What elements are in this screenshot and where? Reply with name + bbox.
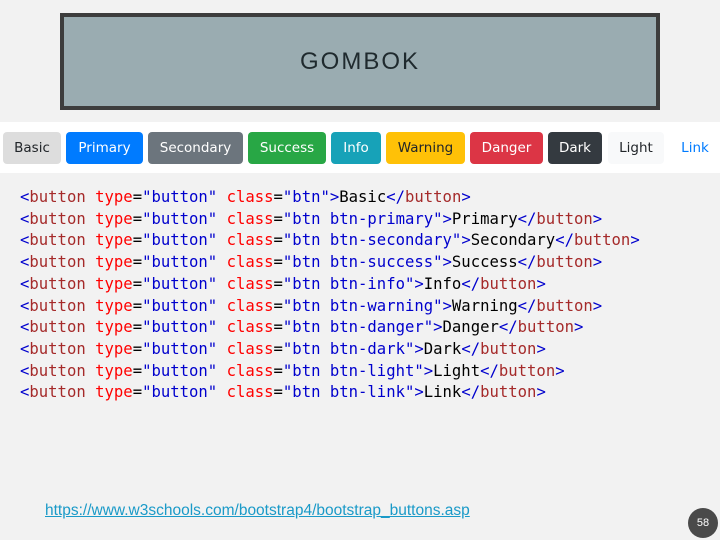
code-line: <button type="button" class="btn btn-pri… — [20, 209, 603, 228]
dark-button[interactable]: Dark — [548, 132, 602, 164]
code-snippet: <button type="button" class="btn">Basic<… — [20, 187, 640, 404]
info-button[interactable]: Info — [331, 132, 381, 164]
code-line: <button type="button" class="btn btn-suc… — [20, 253, 603, 272]
code-line: <button type="button" class="btn btn-sec… — [20, 231, 640, 250]
page-number-badge: 58 — [688, 508, 718, 538]
basic-button[interactable]: Basic — [3, 132, 61, 164]
code-line: <button type="button" class="btn btn-dan… — [20, 318, 584, 337]
code-line: <button type="button" class="btn btn-lin… — [20, 383, 546, 402]
warning-button[interactable]: Warning — [386, 132, 465, 164]
code-line: <button type="button" class="btn btn-lig… — [20, 361, 565, 380]
button-demo-strip: Basic Primary Secondary Success Info War… — [0, 122, 720, 173]
code-line: <button type="button" class="btn btn-inf… — [20, 274, 546, 293]
source-link[interactable]: https://www.w3schools.com/bootstrap4/boo… — [45, 502, 470, 520]
slide-title: GOMBOK — [299, 47, 420, 75]
primary-button[interactable]: Primary — [66, 132, 143, 164]
code-line: <button type="button" class="btn">Basic<… — [20, 188, 471, 206]
slide-title-box: GOMBOK — [60, 13, 660, 110]
secondary-button[interactable]: Secondary — [148, 132, 243, 164]
danger-button[interactable]: Danger — [470, 132, 543, 164]
code-line: <button type="button" class="btn btn-war… — [20, 296, 603, 315]
page-number: 58 — [696, 517, 710, 529]
code-line: <button type="button" class="btn btn-dar… — [20, 339, 546, 358]
light-button[interactable]: Light — [608, 132, 664, 164]
success-button[interactable]: Success — [248, 132, 326, 164]
link-button[interactable]: Link — [670, 132, 720, 164]
